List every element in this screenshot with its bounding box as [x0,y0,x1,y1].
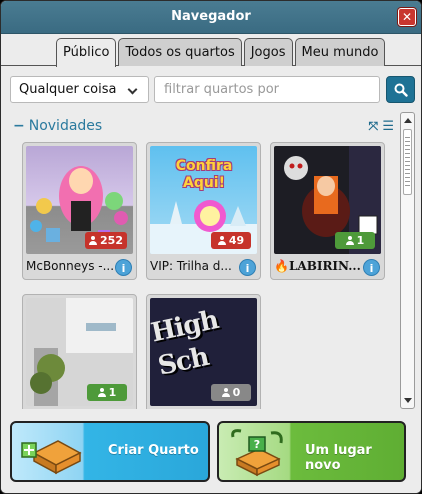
search-button[interactable] [386,76,415,103]
grip-line [405,181,410,182]
list-view-icon[interactable]: ☰ [382,119,394,134]
window-title: Navegador [171,9,251,24]
thumbnail-caption: Confira Aqui! [175,158,233,191]
grip-line [405,153,410,154]
grip-line [405,137,410,138]
grip-line [405,149,410,150]
room-thumbnail: Confira Aqui! 49 [150,146,257,254]
user-icon [217,236,226,245]
room-name: McBonneys -... [26,259,115,273]
section-title: Novidades [28,118,103,134]
search-icon [394,83,408,97]
filter-type-select[interactable]: Qualquer coisa [10,76,149,103]
grip-line [405,165,410,166]
chevron-down-icon [127,84,138,95]
room-thumbnail: 1 [26,298,133,406]
user-count-badge: 49 [211,232,251,249]
tab-bar: Público Todos os quartos Jogos Meu mundo [56,38,386,67]
grip-line [405,169,410,170]
user-count-badge: 0 [211,384,251,401]
user-icon [221,388,230,397]
grip-line [405,185,410,186]
grip-line [405,173,410,174]
scroll-up-icon[interactable] [404,118,412,123]
tab-public[interactable]: Público [56,38,117,67]
scrollbar[interactable] [400,112,415,409]
room-name: VIP: Trilha d... [150,259,232,273]
tab-all-rooms[interactable]: Todos os quartos [118,38,242,66]
grip-line [405,177,410,178]
room-card[interactable]: 252 McBonneys -... i [22,142,137,280]
title-bar[interactable]: Navegador ✕ [1,1,421,34]
user-count-badge: 1 [87,384,127,401]
grip-line [405,157,410,158]
user-icon [97,388,106,397]
grip-line [405,141,410,142]
search-input[interactable]: filtrar quartos por [154,76,380,103]
user-count-badge: 252 [85,232,127,249]
create-room-label: Criar Quarto [108,443,199,458]
room-thumbnail: 252 [26,146,133,254]
random-room-icon: ? [231,429,283,477]
user-count: 1 [356,234,365,247]
close-icon[interactable]: ✕ [398,8,416,26]
room-thumbnail: 1 [274,146,381,254]
create-room-button[interactable]: Criar Quarto [10,421,210,482]
room-card[interactable]: 1 [22,294,137,409]
room-card[interactable]: 1 🔥LABIRIN... i [270,142,385,280]
random-room-button[interactable]: ? Um lugar novo [217,421,406,482]
create-room-icon [21,440,82,475]
navigator-window: Navegador ✕ Público Todos os quartos Jog… [0,0,422,494]
filter-type-value: Qualquer coisa [19,82,117,97]
user-icon [89,236,98,245]
random-room-label: Um lugar novo [305,443,372,473]
expand-icon[interactable]: ⤧ [369,119,379,133]
scroll-down-icon[interactable] [404,398,412,403]
collapse-icon[interactable]: − [13,118,25,134]
user-count-badge: 1 [335,232,375,249]
user-count: 49 [228,234,245,247]
room-name: 🔥LABIRIN... [274,259,361,273]
room-card[interactable]: High Sch 0 [146,294,261,409]
user-count: 0 [232,386,241,399]
scrollbar-thumb[interactable] [403,129,412,195]
room-list: − Novidades ⤧ ☰ 252 McBonneys -... i Con… [10,112,398,409]
user-count: 1 [108,386,117,399]
room-card[interactable]: Confira Aqui! 49 VIP: Trilha d... i [146,142,261,280]
fire-icon: 🔥 [274,259,289,273]
section-header[interactable]: − Novidades [13,118,102,134]
grip-line [405,161,410,162]
grip-line [405,145,410,146]
info-icon[interactable]: i [239,259,256,276]
user-count: 252 [100,234,123,247]
info-icon[interactable]: i [115,259,132,276]
tab-my-world[interactable]: Meu mundo [294,38,386,66]
info-icon[interactable]: i [363,259,380,276]
thumbnail-caption: High Sch [150,305,221,382]
section-view-controls: ⤧ ☰ [369,119,394,134]
tab-games[interactable]: Jogos [243,38,293,66]
svg-text:?: ? [254,438,260,451]
footer: Criar Quarto ? Um lugar novo [1,411,421,493]
user-icon [345,236,354,245]
room-thumbnail: High Sch 0 [150,298,257,406]
